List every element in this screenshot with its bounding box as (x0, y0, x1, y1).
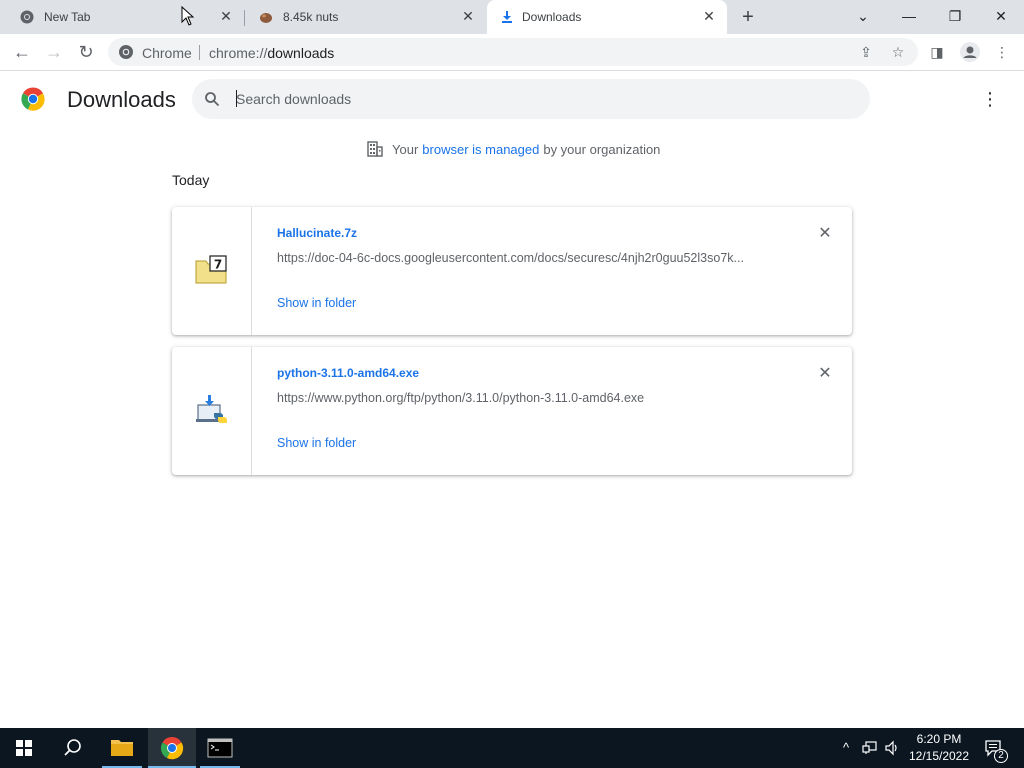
forward-arrow-icon[interactable]: → (42, 40, 66, 64)
command-prompt-icon (207, 738, 233, 758)
url-path: downloads (267, 45, 335, 61)
file-source-url[interactable]: https://doc-04-6c-docs.googleusercontent… (277, 251, 777, 265)
close-tab-icon[interactable]: ✕ (460, 8, 476, 24)
more-actions-icon[interactable]: ⋮ (980, 88, 1000, 110)
tab-title: New Tab (44, 10, 91, 24)
date-section-header: Today (172, 172, 210, 188)
download-icon (502, 11, 512, 23)
file-name-link[interactable]: python-3.11.0-amd64.exe (277, 366, 419, 380)
window-close-icon[interactable]: ✕ (989, 5, 1013, 27)
notification-count-badge: 2 (994, 749, 1008, 763)
building-icon (367, 141, 383, 157)
search-icon[interactable] (204, 91, 220, 107)
browser-menu-icon[interactable]: ⋮ (991, 41, 1013, 63)
address-bar[interactable]: Chrome chrome://downloads (108, 38, 918, 66)
remove-download-icon[interactable]: ✕ (816, 365, 834, 383)
clock-time[interactable]: 6:20 PM (906, 732, 972, 746)
windows-start-icon[interactable] (0, 728, 48, 768)
text-caret (236, 90, 237, 107)
python-installer-icon (196, 395, 227, 423)
managed-link[interactable]: browser is managed (422, 142, 539, 157)
chrome-taskbar-button[interactable] (148, 728, 196, 768)
volume-icon[interactable] (884, 740, 900, 756)
search-input[interactable] (236, 90, 836, 108)
remove-download-icon[interactable]: ✕ (816, 225, 834, 243)
nut-icon (260, 13, 272, 23)
search-icon[interactable] (48, 728, 96, 768)
file-explorer-taskbar-button[interactable] (98, 728, 146, 768)
chrome-icon (20, 10, 34, 24)
url-text: chrome://downloads (209, 45, 334, 61)
file-icon-column: 7 (172, 207, 252, 335)
close-tab-icon[interactable]: ✕ (218, 8, 234, 24)
browser-toolbar: ← → ↻ Chrome chrome://downloads ⇪ ☆ ◨ ⋮ (0, 34, 1024, 71)
file-source-url[interactable]: https://www.python.org/ftp/python/3.11.0… (277, 391, 777, 405)
omnibox-divider (199, 45, 200, 60)
side-panel-icon[interactable]: ◨ (926, 41, 948, 63)
back-arrow-icon[interactable]: ← (10, 40, 34, 64)
managed-notice: Your browser is managed by your organiza… (366, 140, 664, 158)
tab-search-chevron-icon[interactable]: ⌄ (851, 5, 875, 27)
file-icon-column (172, 347, 252, 475)
download-item: 7 Hallucinate.7z https://doc-04-6c-docs.… (172, 207, 852, 335)
mouse-cursor-icon (181, 6, 195, 26)
svg-text:7: 7 (214, 258, 222, 272)
chrome-icon (119, 45, 133, 59)
tab-nuts[interactable]: 8.45k nuts ✕ (244, 0, 486, 34)
show-in-folder-link[interactable]: Show in folder (277, 436, 356, 450)
windows-taskbar: ^ 6:20 PM 12/15/2022 2 (0, 728, 1024, 768)
tab-title: Downloads (522, 10, 582, 24)
new-tab-button[interactable]: + (738, 7, 758, 27)
file-name-link[interactable]: Hallucinate.7z (277, 226, 357, 240)
tab-downloads[interactable]: Downloads ✕ (487, 0, 727, 34)
download-item: python-3.11.0-amd64.exe https://www.pyth… (172, 347, 852, 475)
folder-icon (111, 740, 133, 756)
tab-new-tab[interactable]: New Tab ✕ (0, 0, 244, 34)
url-scheme: chrome:// (209, 45, 268, 61)
tray-overflow-chevron-icon[interactable]: ^ (838, 740, 854, 756)
clock-date[interactable]: 12/15/2022 (906, 749, 972, 763)
close-tab-icon[interactable]: ✕ (701, 8, 717, 24)
managed-suffix: by your organization (543, 141, 661, 157)
restore-icon[interactable]: ❐ (943, 5, 967, 27)
tab-strip: New Tab ✕ 8.45k nuts ✕ Downloads ✕ + ⌄ —… (0, 0, 1024, 34)
page-title: Downloads (67, 87, 176, 112)
reload-icon[interactable]: ↻ (74, 40, 98, 64)
managed-prefix: Your (392, 141, 419, 157)
show-in-folder-link[interactable]: Show in folder (277, 296, 356, 310)
tab-title: 8.45k nuts (283, 10, 339, 24)
chrome-icon (160, 737, 184, 760)
network-icon[interactable] (862, 740, 878, 756)
7zip-archive-icon: 7 (195, 255, 227, 284)
terminal-taskbar-button[interactable] (196, 728, 244, 768)
share-icon[interactable]: ⇪ (855, 41, 877, 63)
minimize-icon[interactable]: — (897, 5, 921, 27)
chrome-logo (21, 87, 45, 111)
search-box[interactable] (192, 79, 870, 119)
profile-avatar-icon[interactable] (959, 41, 981, 63)
bookmark-star-icon[interactable]: ☆ (887, 41, 909, 63)
site-chip-label: Chrome (142, 45, 192, 61)
